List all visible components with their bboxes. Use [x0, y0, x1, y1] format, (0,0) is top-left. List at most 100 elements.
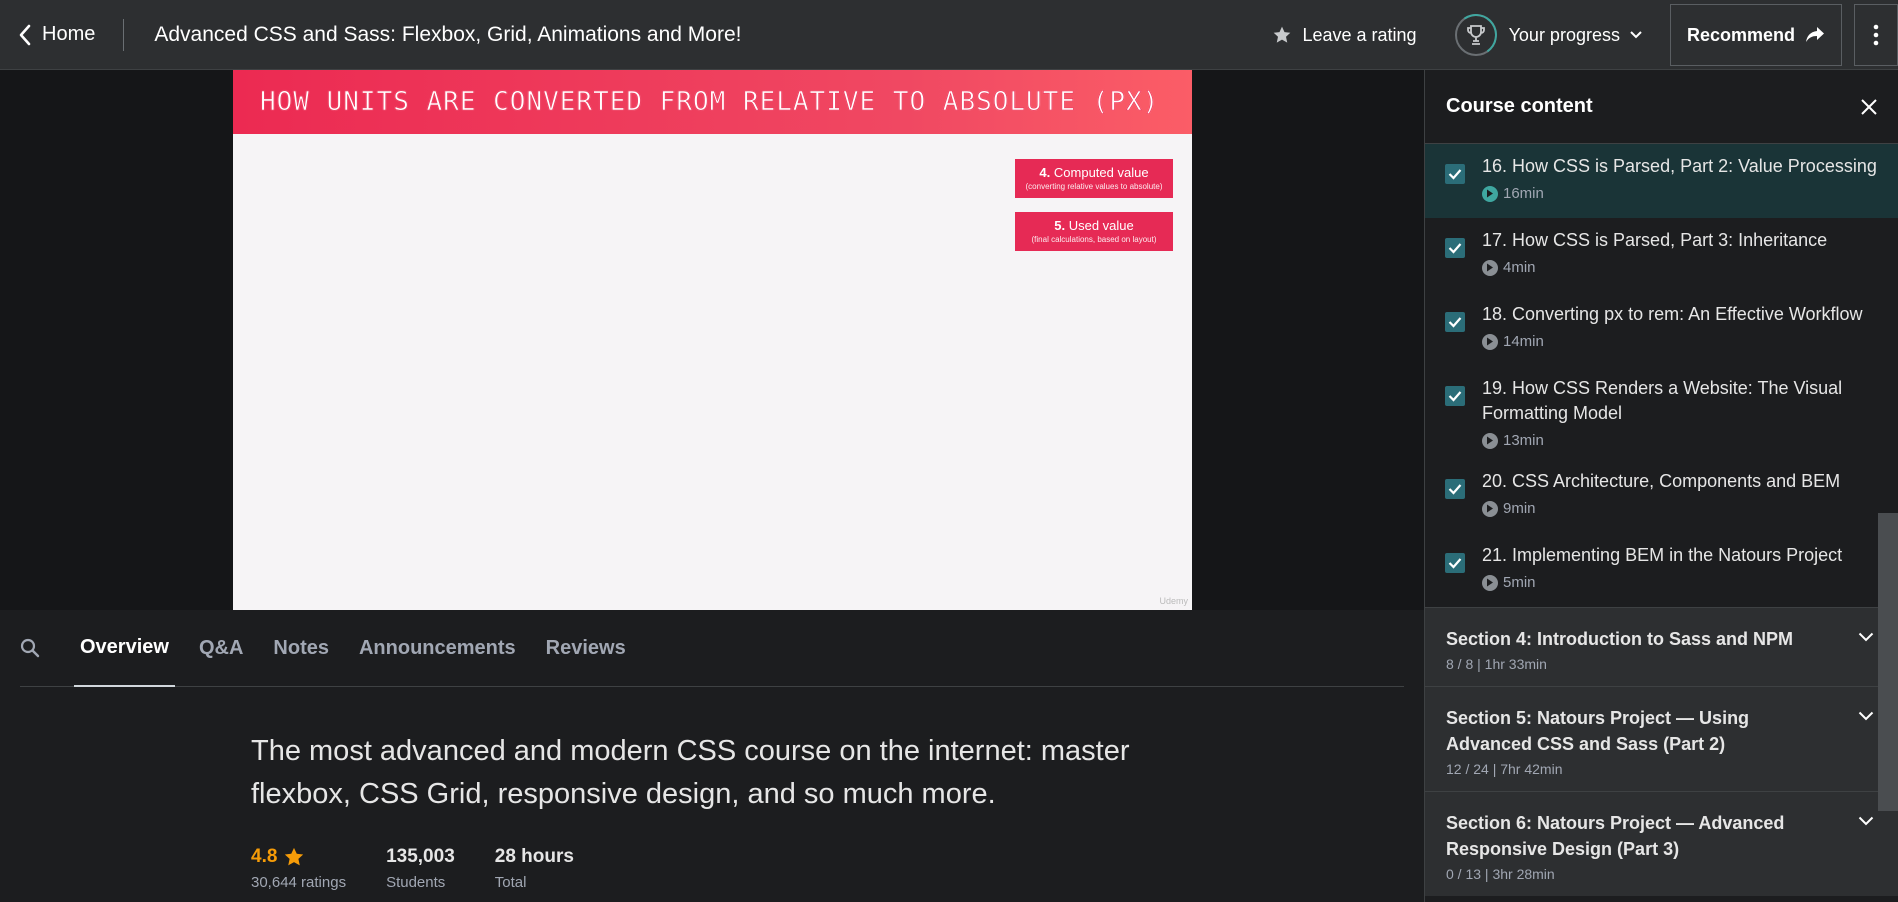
top-bar: Home Advanced CSS and Sass: Flexbox, Gri… [0, 0, 1898, 70]
video-player[interactable]: HOW UNITS ARE CONVERTED FROM RELATIVE TO… [0, 70, 1424, 610]
header-divider [123, 18, 125, 51]
home-label: Home [42, 23, 96, 45]
students-stat: 135,003 Students [386, 846, 455, 891]
close-icon[interactable] [1860, 98, 1878, 116]
section-header[interactable]: Section 4: Introduction to Sass and NPM … [1425, 607, 1898, 686]
section-meta: 0 / 13 | 3hr 28min [1446, 866, 1555, 882]
hours-label: Total [494, 874, 527, 891]
checkmark-icon [1448, 558, 1462, 569]
lecture-checkbox[interactable] [1445, 479, 1465, 499]
step-label: Used value [1068, 218, 1134, 233]
course-stats: 4.8 30,644 ratings 135,003 Students 28 h… [251, 846, 1151, 891]
lecture-item[interactable]: 17. How CSS is Parsed, Part 3: Inheritan… [1425, 218, 1898, 292]
course-content-sidebar: Course content 16. How CSS is Parsed, Pa… [1424, 70, 1898, 902]
lecture-slide: HOW UNITS ARE CONVERTED FROM RELATIVE TO… [233, 70, 1192, 610]
recommend-label: Recommend [1686, 24, 1795, 45]
leave-rating-button[interactable]: Leave a rating [1272, 24, 1417, 46]
tab-announcements[interactable]: Announcements [353, 610, 522, 687]
hours-value: 28 hours [494, 846, 574, 867]
students-value: 135,003 [386, 846, 455, 867]
play-icon [1482, 185, 1498, 202]
checkmark-icon [1448, 243, 1462, 254]
section-title: Section 5: Natours Project — Using Advan… [1446, 708, 1750, 754]
checkmark-icon [1448, 391, 1462, 402]
step-sub: (final calculations, based on layout) [1031, 235, 1157, 244]
lecture-title: 17. How CSS is Parsed, Part 3: Inheritan… [1482, 230, 1828, 250]
section-title: Section 6: Natours Project — Advanced Re… [1446, 813, 1785, 859]
recommend-button[interactable]: Recommend [1669, 4, 1842, 66]
section-header[interactable]: Section 5: Natours Project — Using Advan… [1425, 686, 1898, 791]
rating-value: 4.8 [251, 846, 278, 867]
rating-stat: 4.8 30,644 ratings [251, 846, 346, 891]
section-title: Section 4: Introduction to Sass and NPM [1446, 629, 1794, 649]
chevron-down-icon [1630, 31, 1642, 39]
section-header[interactable]: Section 6: Natours Project — Advanced Re… [1425, 791, 1898, 896]
lecture-duration: 13min [1503, 432, 1544, 449]
chevron-left-icon [19, 24, 31, 45]
your-progress-label: Your progress [1508, 24, 1620, 45]
lecture-duration: 16min [1503, 185, 1544, 202]
students-label: Students [386, 874, 446, 891]
slide-banner: HOW UNITS ARE CONVERTED FROM RELATIVE TO… [233, 70, 1192, 134]
sidebar-title: Course content [1446, 95, 1593, 117]
lecture-checkbox[interactable] [1445, 386, 1465, 406]
play-icon [1482, 574, 1498, 591]
lecture-checkbox[interactable] [1445, 553, 1465, 573]
your-progress-button[interactable]: Your progress [1454, 14, 1642, 56]
tab-overview[interactable]: Overview [74, 610, 175, 687]
lecture-item[interactable]: 18. Converting px to rem: An Effective W… [1425, 292, 1898, 366]
computed-value-box: 4. Computed value (converting relative v… [1015, 159, 1173, 198]
lecture-checkbox[interactable] [1445, 164, 1465, 184]
header-actions: Leave a rating Your progress Recommend [1272, 0, 1898, 70]
overview-panel: The most advanced and modern CSS course … [251, 730, 1151, 891]
chevron-down-icon [1858, 816, 1874, 826]
play-icon [1482, 500, 1498, 517]
lecture-title: 18. Converting px to rem: An Effective W… [1482, 304, 1863, 324]
sidebar-scrollbar[interactable] [1878, 513, 1898, 811]
search-icon [20, 638, 40, 658]
more-options-button[interactable] [1854, 4, 1898, 66]
share-arrow-icon [1806, 27, 1824, 42]
course-title: Advanced CSS and Sass: Flexbox, Grid, An… [154, 22, 742, 46]
star-icon [285, 847, 304, 866]
lecture-duration: 4min [1503, 259, 1536, 276]
course-headline: The most advanced and modern CSS course … [251, 735, 1130, 810]
star-icon [1274, 26, 1291, 43]
lecture-item[interactable]: 20. CSS Architecture, Components and BEM… [1425, 459, 1898, 533]
lecture-item[interactable]: 21. Implementing BEM in the Natours Proj… [1425, 533, 1898, 607]
rating-count: 30,644 ratings [251, 874, 347, 891]
hours-stat: 28 hours Total [495, 846, 574, 891]
tab-notes[interactable]: Notes [267, 610, 335, 687]
lecture-title: 16. How CSS is Parsed, Part 2: Value Pro… [1482, 156, 1877, 176]
step-number: 5. [1054, 218, 1066, 233]
lecture-checkbox[interactable] [1445, 238, 1465, 258]
tab-reviews[interactable]: Reviews [540, 610, 632, 687]
udemy-watermark: Udemy [1159, 596, 1188, 606]
lecture-duration: 5min [1503, 574, 1536, 591]
step-sub: (converting relative values to absolute) [1025, 182, 1163, 191]
checkmark-icon [1448, 169, 1462, 180]
lecture-title: 20. CSS Architecture, Components and BEM [1482, 471, 1841, 491]
search-button[interactable] [20, 610, 54, 687]
lecture-checkbox[interactable] [1445, 312, 1465, 332]
section-meta: 8 / 8 | 1hr 33min [1446, 656, 1547, 672]
tab-qa[interactable]: Q&A [193, 610, 249, 687]
lecture-item[interactable]: 16. How CSS is Parsed, Part 2: Value Pro… [1425, 144, 1898, 218]
chevron-down-icon [1858, 632, 1874, 642]
slide-title: HOW UNITS ARE CONVERTED FROM RELATIVE TO… [260, 87, 1160, 118]
lecture-duration: 9min [1503, 500, 1536, 517]
checkmark-icon [1448, 317, 1462, 328]
chevron-down-icon [1858, 711, 1874, 721]
lecture-title: 21. Implementing BEM in the Natours Proj… [1482, 545, 1843, 565]
lecture-item[interactable]: 19. How CSS Renders a Website: The Visua… [1425, 366, 1898, 459]
home-link[interactable]: Home [0, 0, 123, 70]
play-icon [1482, 333, 1498, 350]
sidebar-header: Course content [1425, 70, 1898, 144]
step-label: Computed value [1053, 165, 1149, 180]
vertical-dots-icon [1873, 24, 1879, 46]
course-tabs: Overview Q&A Notes Announcements Reviews [20, 610, 1404, 687]
used-value-box: 5. Used value (final calculations, based… [1015, 212, 1173, 251]
lecture-duration: 14min [1503, 333, 1544, 350]
step-number: 4. [1039, 165, 1051, 180]
leave-rating-label: Leave a rating [1302, 24, 1417, 45]
